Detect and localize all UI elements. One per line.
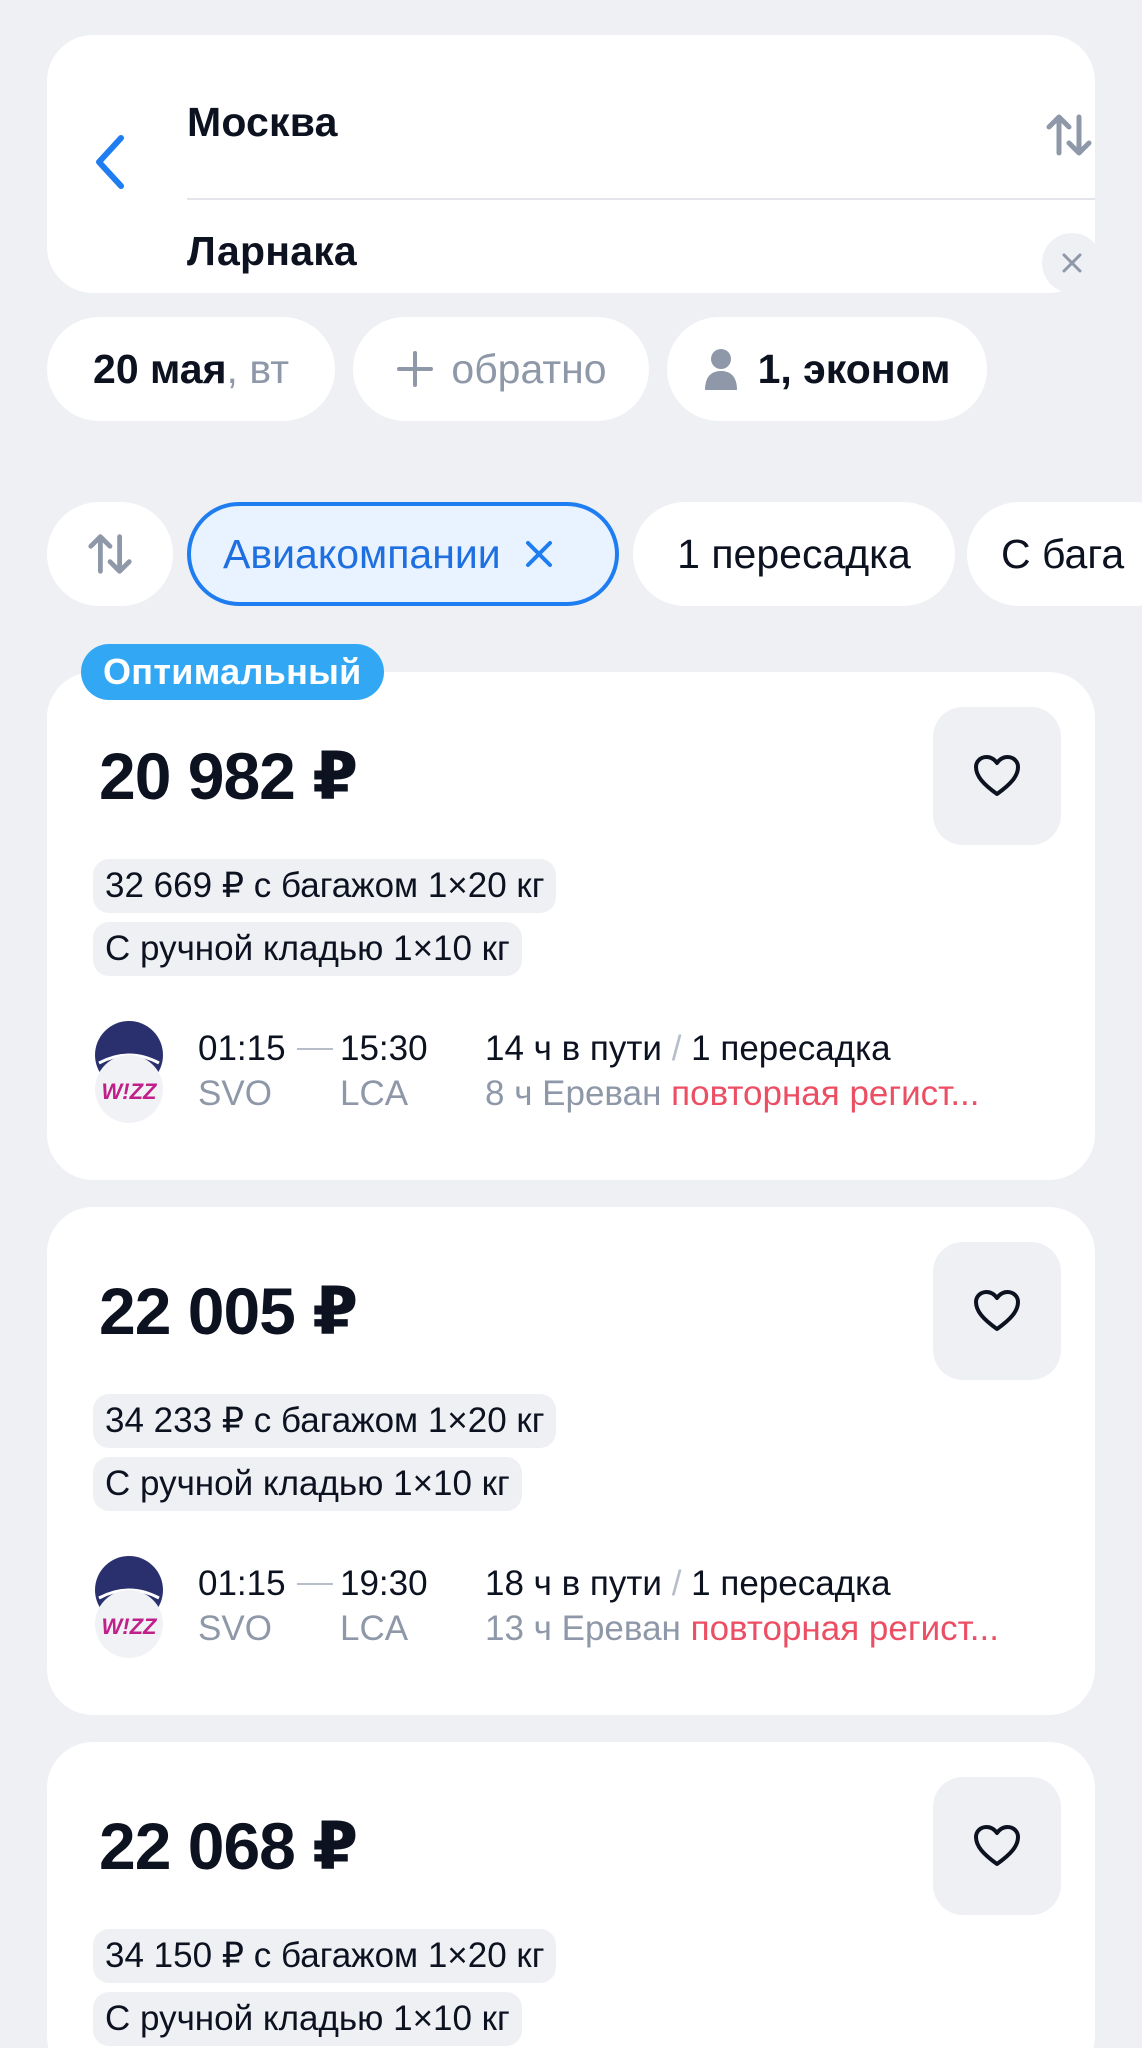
transfers: 1 пересадка <box>691 1029 891 1068</box>
sort-button[interactable] <box>47 502 173 606</box>
transfers: 1 пересадка <box>691 1564 891 1603</box>
baggage-price-tag: 32 669 ₽ с багажом 1×20 кг <box>93 859 557 913</box>
svg-text:W!ZZ: W!ZZ <box>102 1614 159 1639</box>
departure-airport: SVO <box>198 1609 272 1648</box>
ticket-card[interactable]: 22 005 ₽ 34 233 ₽ с багажом 1×20 кг С ру… <box>47 1207 1095 1715</box>
plus-icon <box>397 351 434 387</box>
clear-destination-button[interactable] <box>1042 233 1102 293</box>
person-icon <box>704 349 737 390</box>
svg-text:W!ZZ: W!ZZ <box>102 1079 159 1104</box>
origin-field[interactable]: Москва <box>187 99 338 146</box>
ticket-price: 22 068 ₽ <box>99 1809 358 1883</box>
duration: 18 ч в пути <box>485 1564 662 1603</box>
duration: 14 ч в пути <box>485 1029 662 1068</box>
return-label: обратно <box>451 345 607 392</box>
heart-icon <box>974 1825 1020 1866</box>
flight-results-screen: Москва Ларнака 20 мая, вт обратно 1, эко… <box>0 0 1142 2048</box>
duration-info: 18 ч в пути / 1 пересадка <box>485 1564 891 1603</box>
swap-vertical-icon <box>1046 114 1092 156</box>
heart-icon <box>974 1290 1020 1331</box>
layover-info: 8 ч Ереван повторная регист... <box>485 1074 980 1114</box>
arrival-airport: LCA <box>340 1074 409 1113</box>
airlines-filter-label: Авиакомпании <box>223 530 501 577</box>
optimal-badge: Оптимальный <box>81 644 384 700</box>
baggage-price-tag: 34 233 ₽ с багажом 1×20 кг <box>93 1394 557 1448</box>
return-date-pill[interactable]: обратно <box>353 317 649 421</box>
search-card: Москва Ларнака <box>47 35 1102 293</box>
duration-info: 14 ч в пути / 1 пересадка <box>485 1029 891 1068</box>
recheck-warning: повторная регист... <box>671 1074 980 1113</box>
close-icon[interactable] <box>523 538 555 570</box>
weekday-value: , вт <box>226 345 289 392</box>
passengers-value: 1, эконом <box>757 345 951 392</box>
date-value: 20 мая <box>93 345 227 392</box>
heart-icon <box>974 755 1020 796</box>
baggage-filter-label: С бага <box>1001 530 1125 577</box>
layover: 13 ч Ереван <box>485 1609 681 1648</box>
ticket-price: 22 005 ₽ <box>99 1274 358 1348</box>
favorite-button[interactable] <box>933 1242 1061 1380</box>
swap-button[interactable] <box>1039 105 1099 165</box>
close-icon <box>1062 253 1082 273</box>
date-pill[interactable]: 20 мая, вт <box>47 317 335 421</box>
sort-icon <box>88 534 132 574</box>
arrival-time: 19:30 <box>340 1564 428 1603</box>
back-button[interactable] <box>80 127 140 197</box>
ticket-card[interactable]: 22 068 ₽ 34 150 ₽ с багажом 1×20 кг С ру… <box>47 1742 1095 2048</box>
hand-luggage-tag: С ручной кладью 1×10 кг <box>93 1992 522 2046</box>
layover-info: 13 ч Ереван повторная регист... <box>485 1609 999 1649</box>
arrival-airport: LCA <box>340 1609 409 1648</box>
baggage-filter-chip[interactable]: С бага <box>967 502 1142 606</box>
baggage-price-tag: 34 150 ₽ с багажом 1×20 кг <box>93 1929 557 1983</box>
transfer-filter-chip[interactable]: 1 пересадка <box>633 502 955 606</box>
route-dash <box>297 1583 333 1585</box>
layover: 8 ч Ереван <box>485 1074 662 1113</box>
hand-luggage-tag: С ручной кладью 1×10 кг <box>93 922 522 976</box>
route-dash <box>297 1048 333 1050</box>
departure-time: 01:15 <box>198 1029 286 1068</box>
airlines-filter-chip[interactable]: Авиакомпании <box>187 502 619 606</box>
departure-time: 01:15 <box>198 1564 286 1603</box>
destination-field[interactable]: Ларнака <box>187 228 357 275</box>
transfer-filter-label: 1 пересадка <box>677 530 911 577</box>
ticket-price: 20 982 ₽ <box>99 739 358 813</box>
recheck-warning: повторная регист... <box>690 1609 999 1648</box>
favorite-button[interactable] <box>933 1777 1061 1915</box>
chevron-left-icon <box>96 135 124 189</box>
arrival-time: 15:30 <box>340 1029 428 1068</box>
favorite-button[interactable] <box>933 707 1061 845</box>
divider <box>187 198 1095 200</box>
hand-luggage-tag: С ручной кладью 1×10 кг <box>93 1457 522 1511</box>
passengers-pill[interactable]: 1, эконом <box>667 317 987 421</box>
ticket-card[interactable]: 20 982 ₽ 32 669 ₽ с багажом 1×20 кг С ру… <box>47 672 1095 1180</box>
departure-airport: SVO <box>198 1074 272 1113</box>
airline-logo-icon: W!ZZ <box>95 1556 163 1658</box>
airline-logo-icon: W!ZZ <box>95 1021 163 1123</box>
